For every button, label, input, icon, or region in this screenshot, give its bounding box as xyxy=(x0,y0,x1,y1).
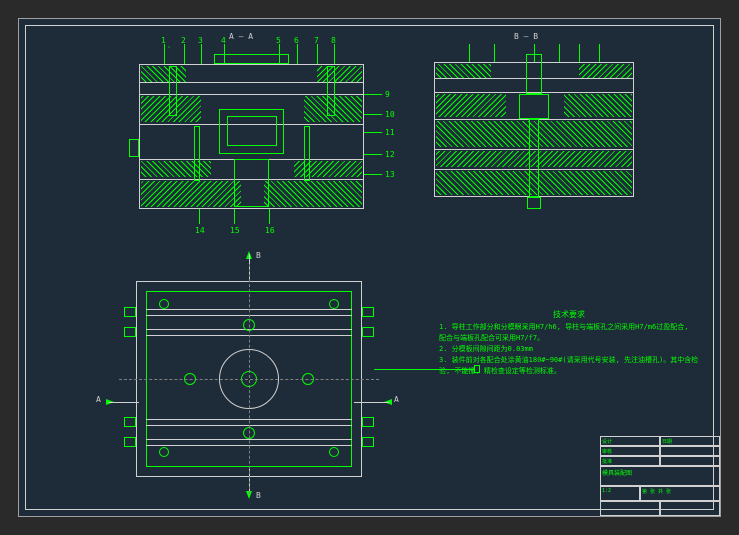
leader-num: 5 xyxy=(276,36,281,45)
leader-num: 8 xyxy=(331,36,336,45)
leader-num: 15 xyxy=(230,226,240,235)
title-block: 设计 日期 审核 批准 模具装配图 1:2 第 张 共 张 xyxy=(600,436,720,516)
leader-num: 9 xyxy=(385,90,390,99)
leader-num: 6 xyxy=(294,36,299,45)
leader-num: 14 xyxy=(195,226,205,235)
tb-number xyxy=(660,501,720,516)
leader-num: 16 xyxy=(265,226,275,235)
section-mark: B xyxy=(256,251,261,260)
leader-num: 4 xyxy=(221,36,226,45)
tb-scale: 1:2 xyxy=(600,486,640,501)
tb-sheet: 第 张 共 张 xyxy=(640,486,720,501)
leader-num: 13 xyxy=(385,170,395,179)
section-label-aa: A — A xyxy=(229,32,253,41)
leader-num: 1 xyxy=(161,36,166,45)
cad-canvas[interactable]: A — A xyxy=(18,18,721,517)
section-view-a-a: A — A xyxy=(139,54,364,214)
leader-num: 10 xyxy=(385,110,395,119)
section-mark: A xyxy=(96,395,101,404)
section-view-b-b: B — B xyxy=(434,54,634,204)
leader-num: 7 xyxy=(314,36,319,45)
leader-num: 11 xyxy=(385,128,395,137)
note-line: 3. 装件前对各配合处涂黄油180#~90#(请采用代号安装, 先注油槽孔)。其… xyxy=(439,355,699,377)
note-line: 1. 导柱工作部分和分模眼采用H7/h6, 导柱与端板孔之间采用H7/m6过盈配… xyxy=(439,322,699,344)
tb-company xyxy=(600,501,660,516)
leader-num: 2 xyxy=(181,36,186,45)
section-label-bb: B — B xyxy=(514,32,538,41)
tb-drawn: 设计 xyxy=(600,436,660,446)
notes-title: 技术要求 xyxy=(439,309,699,320)
tb-approved: 批准 xyxy=(600,456,660,466)
plan-view: A A B B xyxy=(124,269,374,489)
leader-num: 12 xyxy=(385,150,395,159)
section-mark: A xyxy=(394,395,399,404)
leader-num: 3 xyxy=(198,36,203,45)
note-line: 2. 分模板间隙间距为0.03mm xyxy=(439,344,699,355)
tb-date: 日期 xyxy=(660,436,720,446)
section-mark: B xyxy=(256,491,261,500)
tb-checked: 审核 xyxy=(600,446,660,456)
technical-notes: 技术要求 1. 导柱工作部分和分模眼采用H7/h6, 导柱与端板孔之间采用H7/… xyxy=(439,309,699,377)
tb-name: 模具装配图 xyxy=(600,466,720,486)
